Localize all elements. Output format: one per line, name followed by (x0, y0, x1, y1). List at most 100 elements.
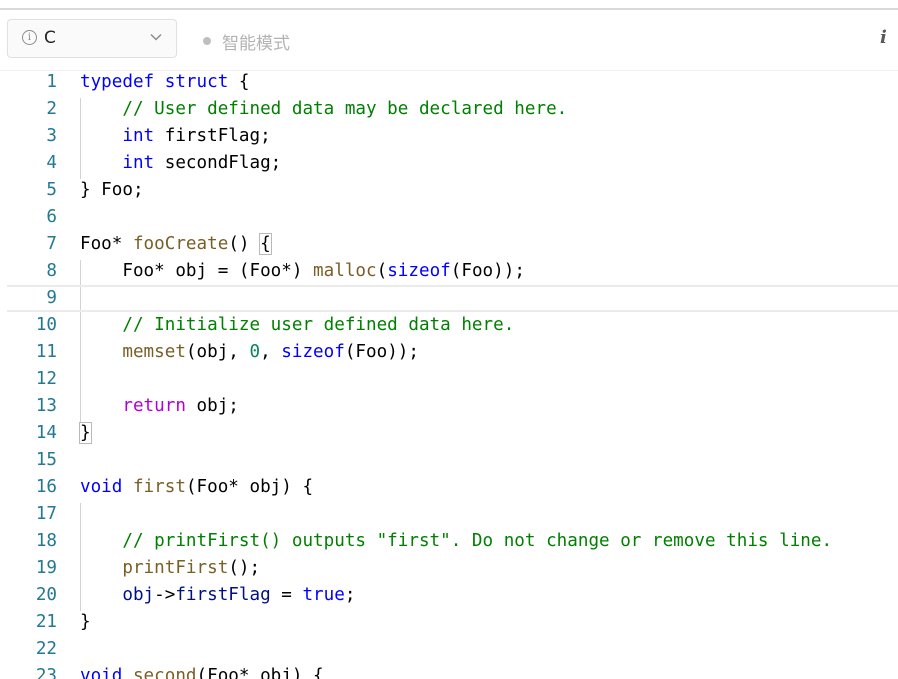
token: , (260, 342, 282, 362)
line-number: 13 (35, 396, 57, 416)
token-ty: int (122, 126, 155, 146)
line-code: } Foo; (80, 177, 144, 204)
line-number: 3 (46, 126, 57, 146)
line-number: 15 (35, 450, 57, 470)
token: firstFlag; (154, 126, 271, 146)
code-line[interactable]: 15 (7, 447, 898, 474)
token-fn: second (132, 666, 197, 679)
token: = (270, 585, 303, 605)
line-number: 17 (35, 504, 57, 524)
token: { (228, 72, 250, 92)
line-number: 19 (35, 558, 57, 578)
token: } Foo; (80, 180, 144, 200)
line-number: 21 (35, 612, 57, 632)
token-kw: typedef (80, 72, 155, 92)
line-number: 2 (46, 99, 57, 119)
token-kw: true (302, 585, 345, 605)
token-ctl: return (122, 396, 186, 416)
token: } (80, 612, 91, 632)
code-line[interactable]: 8 Foo* obj = (Foo*) malloc(sizeof(Foo)); (7, 258, 898, 285)
token-cm: // User defined data may be declared her… (122, 99, 568, 119)
editor-toolbar: i C 智能模式 i (0, 10, 898, 70)
code-line[interactable]: 21} (7, 609, 898, 636)
token: (obj, (185, 342, 250, 362)
line-code: int firstFlag; (80, 123, 271, 150)
line-number: 14 (35, 423, 57, 443)
line-number: 4 (46, 153, 57, 173)
token-fn: printFirst (122, 558, 229, 578)
line-number: 11 (35, 342, 57, 362)
code-line[interactable]: 17 (7, 501, 898, 528)
token: obj; (185, 396, 239, 416)
language-select[interactable]: i C (7, 19, 177, 58)
line-code: // Initialize user defined data here. (80, 312, 514, 339)
line-code: obj->firstFlag = true; (80, 582, 355, 609)
line-code: void first(Foo* obj) { (80, 474, 313, 501)
token: (Foo)); (450, 261, 525, 281)
token-kw: void (80, 477, 123, 497)
line-code: void second(Foo* obj) { (80, 663, 324, 679)
code-line[interactable]: 14} (7, 420, 898, 447)
code-line[interactable]: 2 // User defined data may be declared h… (7, 96, 898, 123)
code-line[interactable]: 4 int secondFlag; (7, 150, 898, 177)
token: Foo* (80, 234, 133, 254)
line-number: 1 (46, 72, 57, 92)
token-ty: int (122, 153, 155, 173)
token: (Foo* obj) { (196, 666, 324, 679)
line-code: return obj; (80, 393, 239, 420)
token-fn: malloc (313, 261, 377, 281)
code-line[interactable]: 11 memset(obj, 0, sizeof(Foo)); (7, 339, 898, 366)
chevron-down-icon (150, 33, 162, 41)
token-fn: first (132, 477, 186, 497)
code-line[interactable]: 22 (7, 636, 898, 663)
language-label: C (44, 28, 56, 48)
code-line[interactable]: 6 (7, 204, 898, 231)
code-line[interactable]: 18 // printFirst() outputs "first". Do n… (7, 528, 898, 555)
code-line[interactable]: 16 void first(Foo* obj) { (7, 474, 898, 501)
token: () (228, 234, 261, 254)
info-circle-icon: i (22, 30, 37, 45)
line-code: Foo* obj = (Foo*) malloc(sizeof(Foo)); (80, 258, 525, 285)
line-code: // printFirst() outputs "first". Do not … (80, 528, 832, 555)
code-line[interactable]: 3 int firstFlag; (7, 123, 898, 150)
line-number: 5 (46, 180, 57, 200)
line-code: memset(obj, 0, sizeof(Foo)); (80, 339, 419, 366)
token: ( (376, 261, 388, 281)
token: Foo* obj = (Foo*) (80, 261, 314, 281)
token-kw: sizeof (387, 261, 451, 281)
token-kw: void (80, 666, 123, 679)
code-line[interactable]: 23 void second(Foo* obj) { (7, 663, 898, 679)
token-kw: struct (164, 72, 229, 92)
code-line[interactable]: 20 obj->firstFlag = true; (7, 582, 898, 609)
code-line[interactable]: 19 printFirst(); (7, 555, 898, 582)
token-cm: // printFirst() outputs "first". Do not … (122, 531, 833, 551)
token: (Foo)); (344, 342, 419, 362)
token-bracket: { (259, 233, 272, 255)
code-line[interactable]: 9 (7, 285, 898, 312)
token-fn: memset (122, 342, 186, 362)
code-line[interactable]: 7 Foo* fooCreate() { (7, 231, 898, 258)
code-line[interactable]: 10 // Initialize user defined data here. (7, 312, 898, 339)
code-editor[interactable]: 1 typedef struct {2 // User defined data … (7, 71, 898, 679)
line-number: 9 (46, 288, 57, 308)
code-line[interactable]: 1 typedef struct { (7, 71, 898, 96)
token: (Foo* obj) { (185, 477, 314, 497)
code-line[interactable]: 13 return obj; (7, 393, 898, 420)
code-line[interactable]: 5 } Foo; (7, 177, 898, 204)
italic-info-icon[interactable]: i (880, 27, 887, 48)
smart-mode-toggle[interactable]: 智能模式 (222, 29, 290, 54)
line-number: 10 (35, 315, 57, 335)
line-code: } (79, 420, 92, 447)
code-line[interactable]: 12 (7, 366, 898, 393)
line-number: 6 (46, 207, 57, 227)
token: secondFlag; (154, 153, 282, 173)
